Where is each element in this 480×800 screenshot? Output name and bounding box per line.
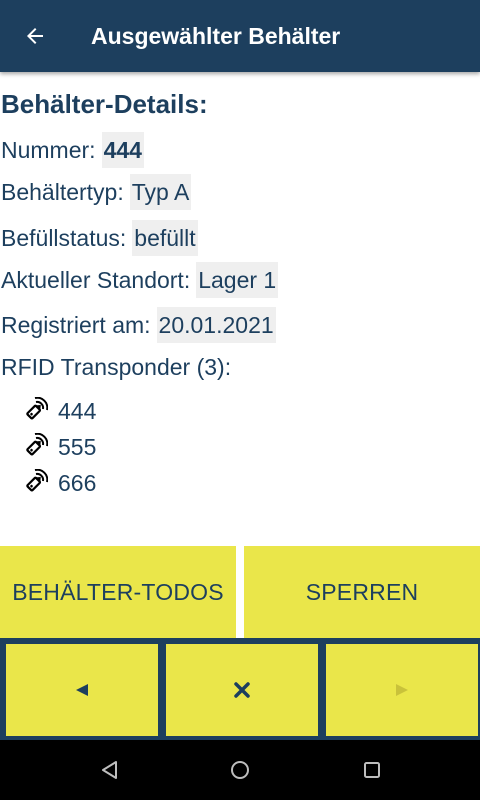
android-home-icon: [231, 761, 249, 779]
next-button[interactable]: [326, 644, 478, 736]
detail-row-number: Nummer: 444: [1, 132, 144, 168]
section-title: Behälter-Details:: [1, 89, 208, 119]
rfid-list-item: 666: [20, 469, 96, 497]
previous-button[interactable]: [6, 644, 158, 736]
app-bar: Ausgewählter Behälter: [0, 0, 480, 72]
triangle-right-icon: [396, 684, 408, 696]
rfid-tag-value: 555: [58, 433, 97, 460]
triangle-left-icon: [76, 684, 88, 696]
page-title: Ausgewählter Behälter: [91, 22, 341, 49]
detail-value: 444: [101, 132, 144, 168]
back-button[interactable]: [0, 0, 70, 72]
arrow-left-icon: [27, 28, 43, 44]
detail-value: Typ A: [129, 174, 192, 210]
rfid-tag-icon: [26, 433, 48, 456]
detail-label: Nummer:: [1, 136, 96, 163]
container-todos-button[interactable]: BEHÄLTER-TODOS: [0, 546, 236, 638]
android-recents-icon: [364, 762, 380, 778]
rfid-tag-value: 444: [58, 397, 97, 424]
detail-label: Befüllstatus:: [1, 224, 127, 251]
close-button[interactable]: [166, 644, 318, 736]
rfid-tag-icon: [26, 397, 48, 420]
detail-value: befüllt: [132, 220, 198, 256]
detail-label: Aktueller Standort:: [1, 266, 191, 293]
detail-row-fill-status: Befüllstatus: befüllt: [1, 220, 198, 256]
lock-button[interactable]: SPERREN: [244, 546, 480, 638]
detail-row-registered: Registriert am: 20.01.2021: [1, 307, 276, 343]
detail-row-location: Aktueller Standort: Lager 1: [1, 262, 279, 298]
rfid-list-item: 555: [20, 433, 96, 461]
rfid-list-item: 444: [20, 397, 96, 425]
system-back-button[interactable]: [80, 740, 140, 800]
detail-label: Behältertyp:: [1, 178, 124, 205]
rfid-tag-value: 666: [58, 469, 97, 496]
detail-value: Lager 1: [196, 262, 279, 298]
system-recents-button[interactable]: [342, 740, 402, 800]
close-icon: [234, 682, 250, 698]
detail-label: Registriert am:: [1, 311, 151, 338]
android-back-icon: [102, 761, 117, 779]
detail-row-type: Behältertyp: Typ A: [1, 174, 192, 210]
rfid-tag-icon: [26, 469, 48, 492]
rfid-title: RFID Transponder (3):: [1, 354, 232, 380]
system-home-button[interactable]: [210, 740, 270, 800]
detail-value: 20.01.2021: [156, 307, 276, 343]
